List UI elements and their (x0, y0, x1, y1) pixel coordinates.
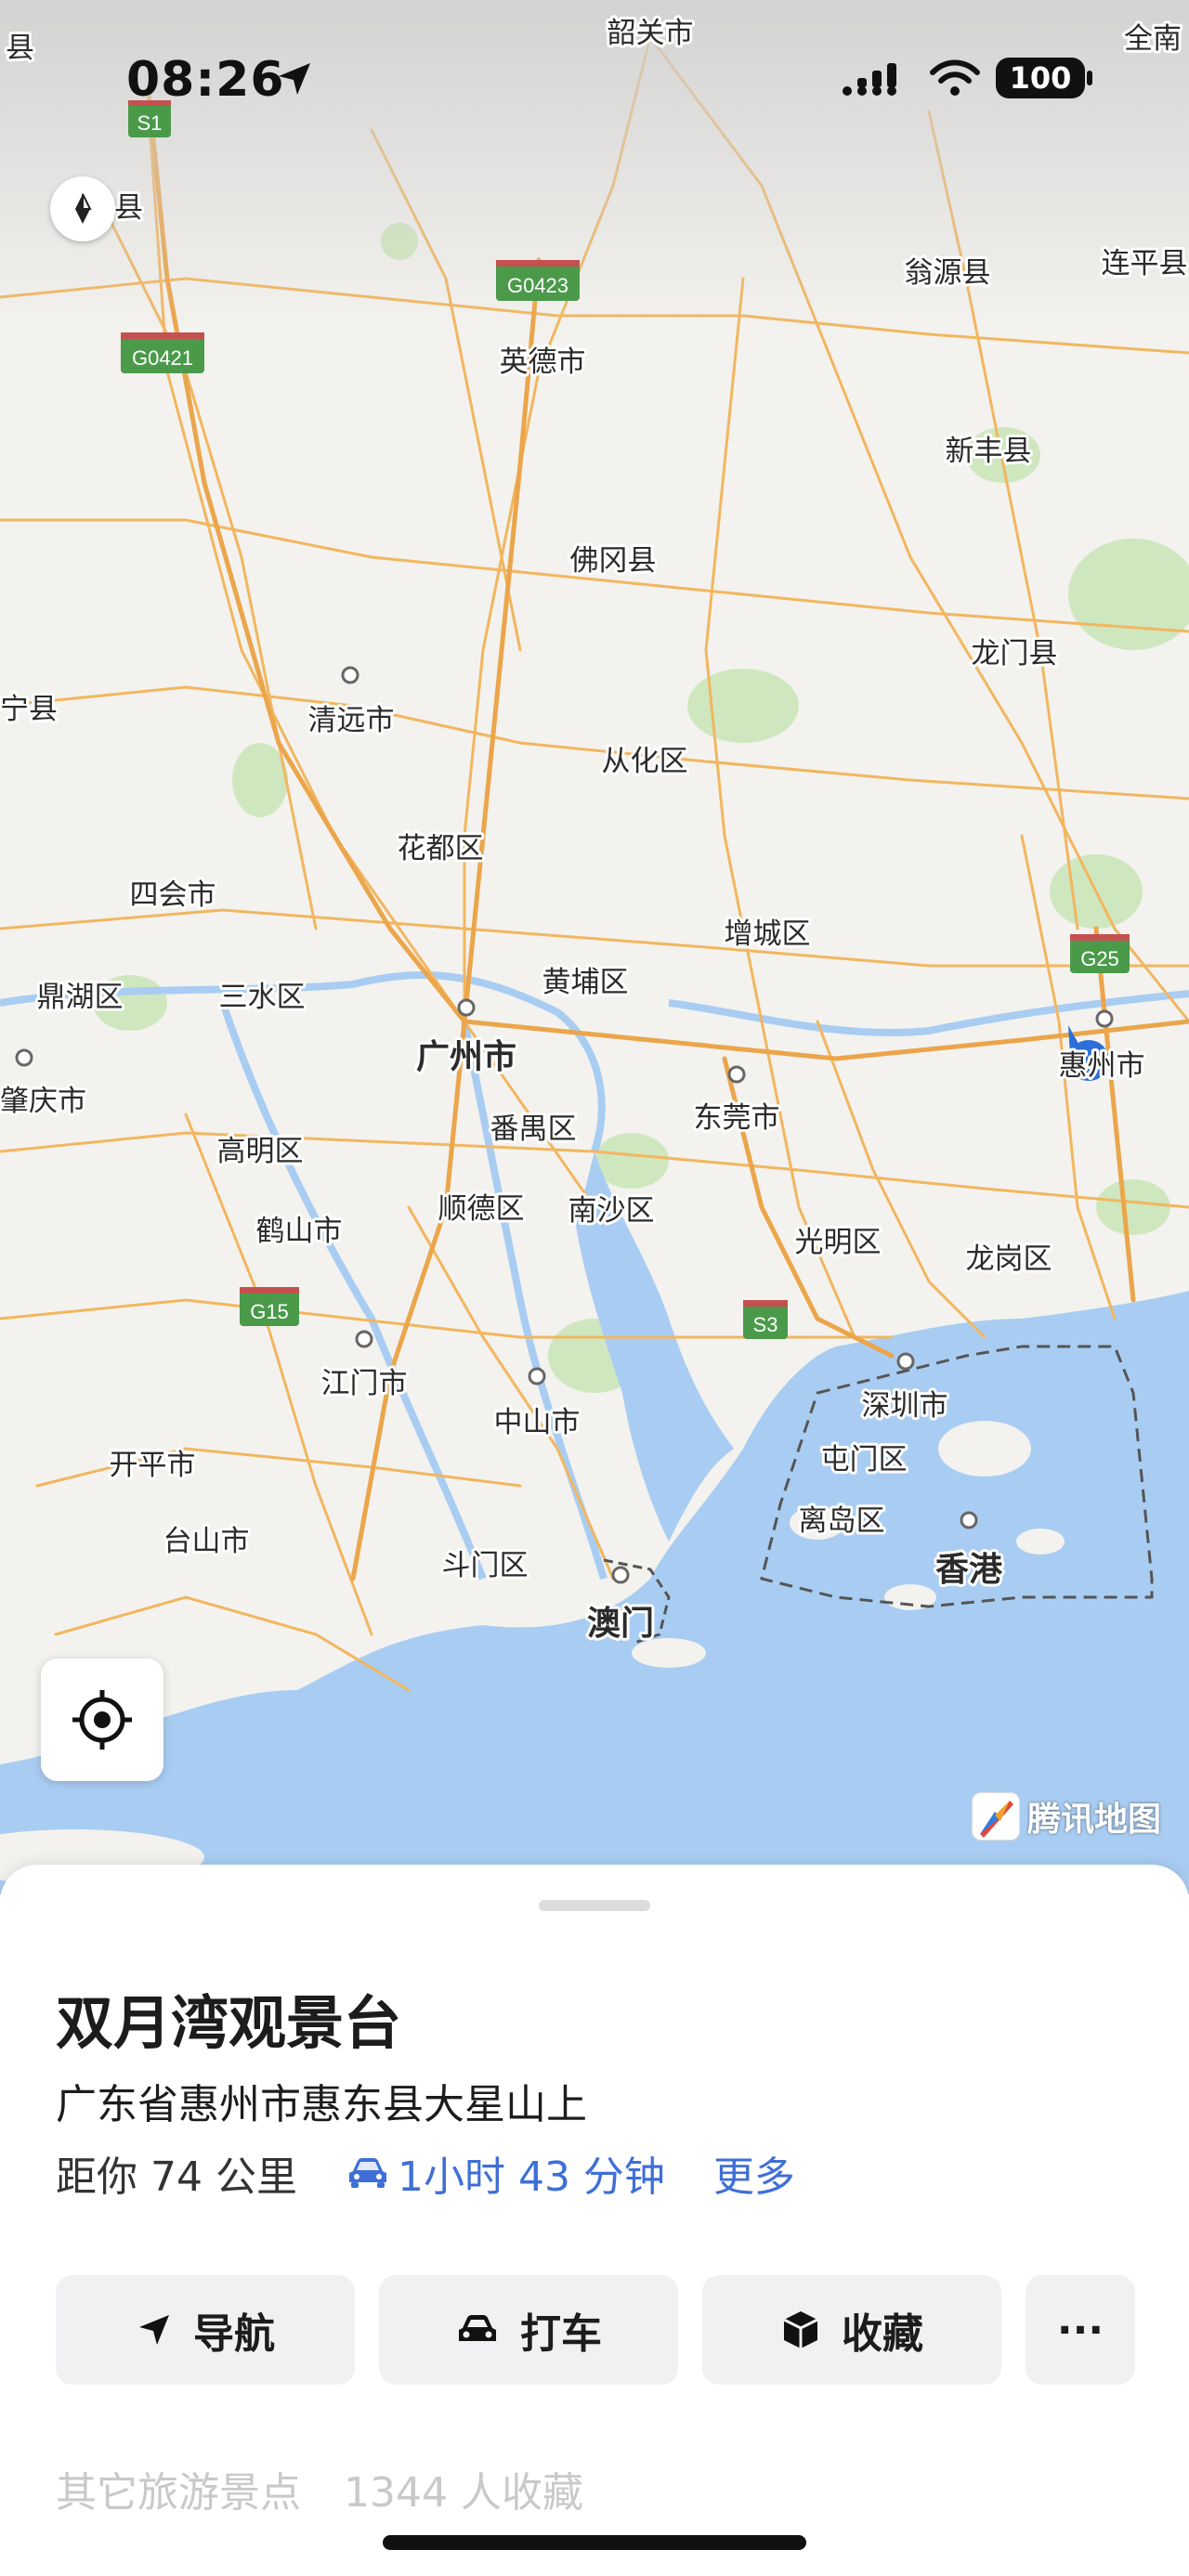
battery-indicator: 100 (996, 58, 1085, 98)
label-sanshui: 三水区 (219, 981, 306, 1014)
qingyuan-dot (341, 666, 359, 684)
macau-dot (611, 1566, 630, 1584)
label-islands: 离岛区 (799, 1504, 885, 1538)
label-wengyuan: 翁源县 (905, 256, 991, 290)
shield-g15: G15 (240, 1287, 299, 1326)
shenzhen-dot (896, 1352, 915, 1371)
label-gaoming: 高明区 (217, 1135, 304, 1168)
favorites-count: 1344 人收藏 (344, 2469, 583, 2517)
shield-g25: G25 (1070, 934, 1130, 973)
label-conghua: 从化区 (602, 745, 688, 778)
svg-text:G25: G25 (1080, 947, 1119, 970)
more-link[interactable]: 更多 (713, 2143, 795, 2203)
label-doumen: 斗门区 (442, 1549, 529, 1582)
hong-kong-dot (960, 1511, 978, 1529)
navigate-label: 导航 (193, 2310, 275, 2358)
compass-button[interactable] (50, 176, 115, 241)
label-longmen: 龙门县 (972, 637, 1058, 670)
place-detail-sheet[interactable]: 双月湾观景台 广东省惠州市惠东县大星山上 距你 74 公里 1小时 43 分钟 … (0, 1865, 1189, 2576)
place-address: 广东省惠州市惠东县大星山上 (56, 2081, 587, 2128)
label-zhongshan: 中山市 (494, 1406, 581, 1439)
crosshair-icon (72, 1690, 132, 1750)
shield-g0421: G0421 (121, 332, 204, 373)
label-zengcheng: 增城区 (725, 917, 811, 951)
label-qingyuan: 清远市 (308, 704, 395, 737)
sheet-drag-handle[interactable] (539, 1900, 650, 1911)
home-indicator[interactable] (383, 2535, 806, 2550)
huizhou-dot (1095, 1009, 1114, 1028)
distance-text: 距你 74 公里 (56, 2153, 297, 2201)
jiangmen-dot (355, 1330, 373, 1348)
place-footer: 其它旅游景点 1344 人收藏 (56, 2459, 583, 2518)
svg-text:G15: G15 (250, 1300, 289, 1323)
more-actions-button[interactable]: ··· (1026, 2275, 1135, 2385)
shield-g0423: G0423 (496, 260, 580, 301)
location-arrow-icon (279, 63, 310, 95)
label-shunde: 顺德区 (438, 1192, 525, 1226)
label-huangpu: 黄埔区 (542, 966, 629, 999)
svg-text:G0421: G0421 (132, 346, 193, 370)
more-dots-icon: ··· (1056, 2306, 1104, 2354)
shield-s3: S3 (743, 1300, 788, 1339)
label-shenzhen: 深圳市 (862, 1389, 948, 1423)
status-bar: 08:26 100 (0, 0, 1189, 158)
brand-text: 腾讯地图 (1027, 1801, 1162, 1839)
label-zhaoqing: 肇庆市 (0, 1085, 86, 1118)
label-lianping: 连平县 (1102, 247, 1188, 280)
taxi-car-icon (459, 2315, 496, 2341)
label-xinfeng: 新丰县 (946, 435, 1032, 468)
label-kaiping: 开平市 (110, 1449, 196, 1482)
wifi-icon (930, 59, 980, 96)
navigate-button[interactable]: 导航 (56, 2275, 355, 2385)
locate-me-button[interactable] (41, 1659, 163, 1781)
label-guangzhou: 广州市 (416, 1038, 516, 1076)
status-time: 08:26 (126, 52, 285, 108)
label-hong-kong: 香港 (935, 1551, 1003, 1589)
compass-icon (75, 193, 92, 224)
place-meta: 距你 74 公里 1小时 43 分钟 更多 (56, 2143, 795, 2203)
label-huizhou: 惠州市 (1059, 1049, 1145, 1083)
label-heshan: 鹤山市 (256, 1215, 343, 1248)
label-nansha: 南沙区 (568, 1194, 655, 1228)
label-yingde: 英德市 (500, 345, 586, 379)
label-panyu: 番禺区 (490, 1112, 577, 1146)
place-category: 其它旅游景点 (56, 2469, 301, 2517)
guangzhou-dot (457, 998, 476, 1017)
map-provider-brand: 腾讯地图 (972, 1790, 1161, 1842)
box-icon (783, 2311, 818, 2348)
drive-time-text: 1小时 43 分钟 (397, 2153, 665, 2201)
tencent-maps-logo-icon (972, 1792, 1020, 1841)
battery-cap (1087, 71, 1092, 85)
cellular-signal-icon (843, 63, 896, 96)
map-canvas[interactable]: S1 G0423 G0421 G25 G15 S3 韶关市 全南 县 山县 翁源… (0, 0, 1189, 1894)
svg-text:S3: S3 (753, 1313, 778, 1336)
svg-text:G0423: G0423 (507, 274, 568, 297)
label-huadu: 花都区 (398, 832, 484, 865)
label-taishan: 台山市 (163, 1525, 250, 1558)
taxi-label: 打车 (520, 2310, 602, 2358)
label-guangming: 光明区 (795, 1226, 882, 1259)
label-sihui: 四会市 (130, 878, 216, 912)
taxi-button[interactable]: 打车 (379, 2275, 678, 2385)
drive-time[interactable]: 1小时 43 分钟 (346, 2143, 665, 2203)
map-view[interactable]: S1 G0423 G0421 G25 G15 S3 韶关市 全南 县 山县 翁源… (0, 0, 1189, 1894)
label-macau: 澳门 (587, 1605, 654, 1643)
favorite-button[interactable]: 收藏 (702, 2275, 1001, 2385)
dongguan-dot (727, 1065, 746, 1084)
action-buttons: 导航 打车 收藏 ··· (56, 2275, 1135, 2385)
label-dongguan: 东莞市 (694, 1101, 780, 1135)
label-fogang: 佛冈县 (570, 544, 657, 578)
label-ning: 宁县 (0, 693, 58, 726)
label-jiangmen: 江门市 (321, 1367, 408, 1400)
car-icon (348, 2158, 386, 2188)
zhongshan-dot (528, 1367, 546, 1386)
label-dinghu: 鼎湖区 (37, 981, 124, 1014)
place-title: 双月湾观景台 (56, 1989, 402, 2057)
label-tuen-mun: 屯门区 (821, 1443, 908, 1477)
navigation-arrow-icon (139, 2315, 169, 2345)
zhaoqing-dot (15, 1048, 33, 1067)
label-longgang: 龙岗区 (966, 1242, 1052, 1276)
favorite-label: 收藏 (842, 2310, 923, 2358)
